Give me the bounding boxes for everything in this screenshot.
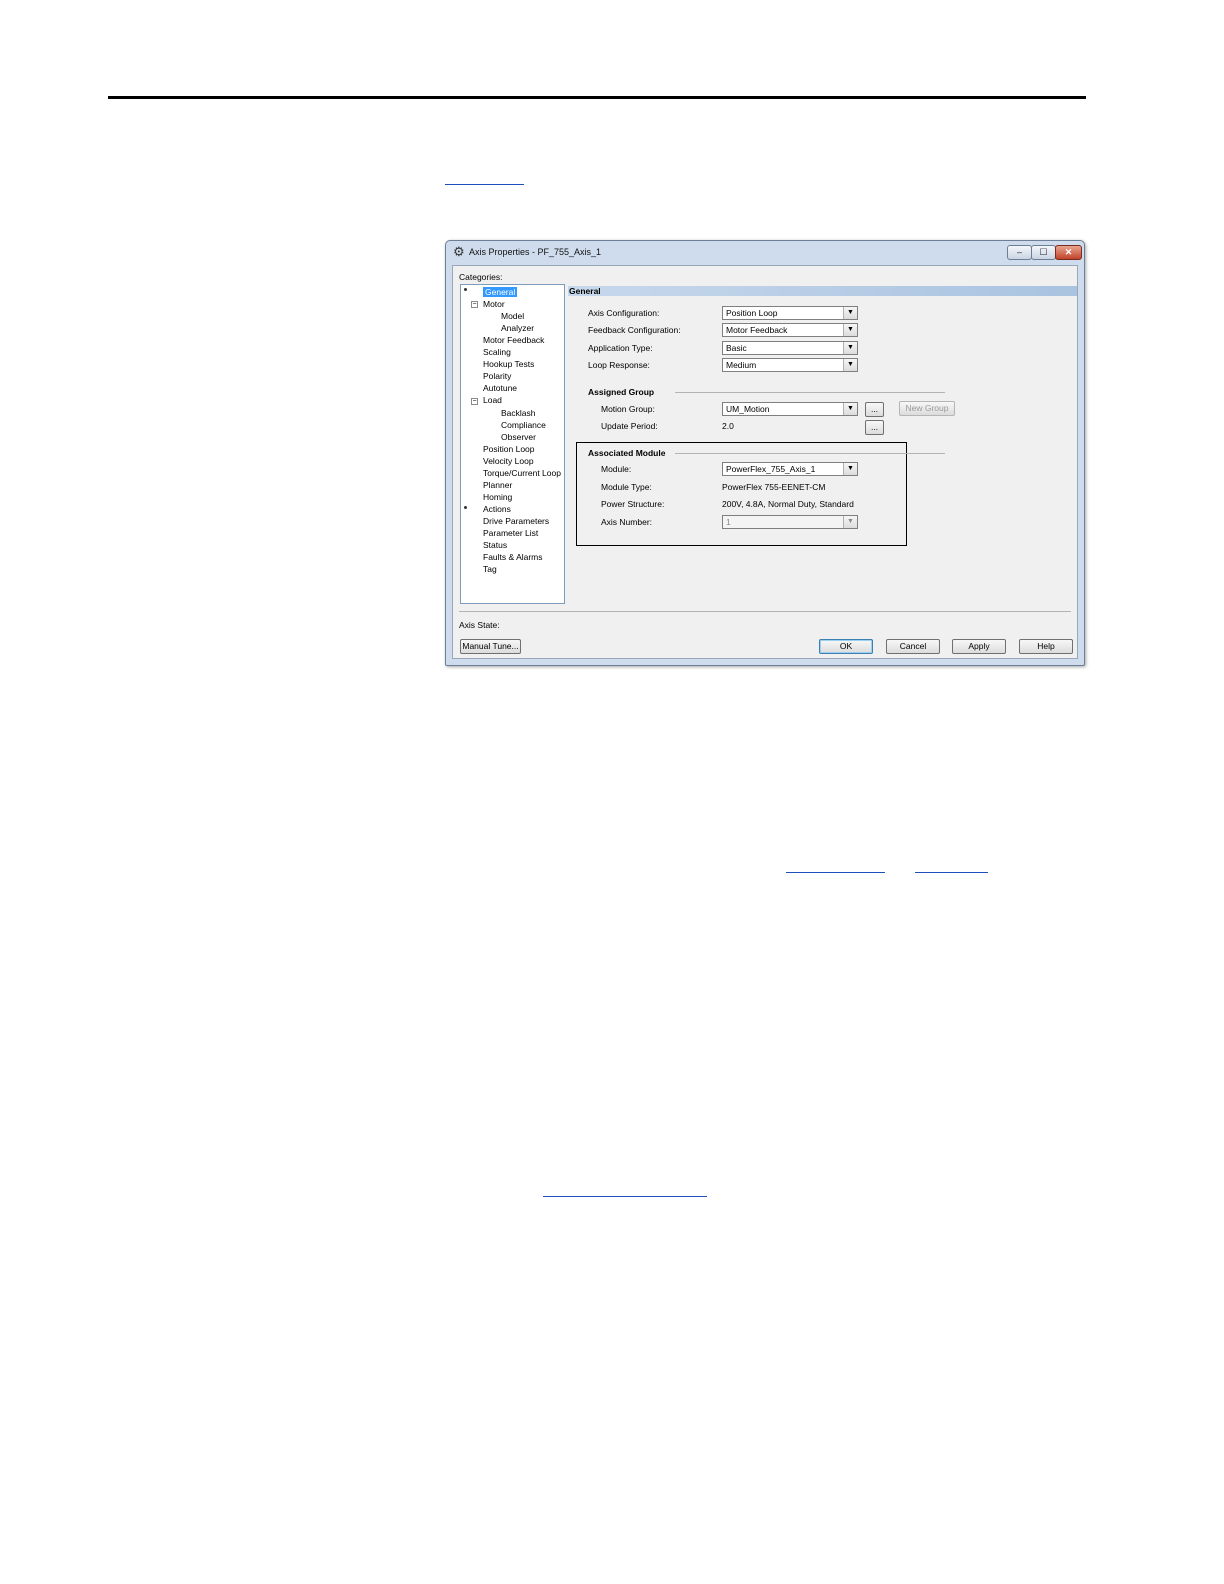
motion-group-select[interactable]: UM_Motion ▼ <box>722 402 858 416</box>
tree-item-polarity[interactable]: Polarity <box>483 371 511 381</box>
chevron-down-icon[interactable]: ▼ <box>843 463 857 475</box>
feedback-configuration-select[interactable]: Motor Feedback ▼ <box>722 323 858 337</box>
tree-item-faults-alarms[interactable]: Faults & Alarms <box>483 552 543 562</box>
collapse-motor-icon[interactable]: − <box>471 301 478 308</box>
axis-configuration-select[interactable]: Position Loop ▼ <box>722 306 858 320</box>
tree-item-observer[interactable]: Observer <box>501 432 536 442</box>
ok-button[interactable]: OK <box>819 639 873 654</box>
chevron-down-icon[interactable]: ▼ <box>843 516 857 528</box>
chevron-down-icon[interactable]: ▼ <box>843 307 857 319</box>
tree-item-general[interactable]: General <box>483 287 518 297</box>
chevron-down-icon[interactable]: ▼ <box>843 403 857 415</box>
loop-response-label: Loop Response: <box>588 360 650 370</box>
power-structure-label: Power Structure: <box>601 499 665 509</box>
doc-link-underline-a[interactable] <box>786 872 885 873</box>
tree-item-position-loop[interactable]: Position Loop <box>483 444 535 454</box>
update-period-value: 2.0 <box>722 421 734 431</box>
tree-item-load[interactable]: Load <box>483 395 502 405</box>
loop-response-select[interactable]: Medium ▼ <box>722 358 858 372</box>
assigned-group-divider <box>675 392 945 393</box>
tree-item-torque-current-loop[interactable]: Torque/Current Loop <box>483 468 561 478</box>
axis-number-select[interactable]: 1 ▼ <box>722 515 858 529</box>
motion-group-label: Motion Group: <box>601 404 655 414</box>
tree-pin-icon <box>464 288 467 291</box>
loop-response-value: Medium <box>726 360 757 370</box>
tree-item-compliance[interactable]: Compliance <box>501 420 546 430</box>
tree-pin-icon <box>464 506 467 509</box>
chevron-down-icon[interactable]: ▼ <box>843 359 857 371</box>
tree-item-backlash[interactable]: Backlash <box>501 408 536 418</box>
associated-module-divider <box>675 453 945 454</box>
tree-item-velocity-loop[interactable]: Velocity Loop <box>483 456 534 466</box>
tree-item-scaling[interactable]: Scaling <box>483 347 511 357</box>
tree-item-autotune[interactable]: Autotune <box>483 383 517 393</box>
gear-icon: ⚙ <box>453 244 465 259</box>
doc-link-underline-figure[interactable] <box>445 184 524 185</box>
maximize-button[interactable]: ☐ <box>1031 245 1056 260</box>
tree-item-drive-parameters[interactable]: Drive Parameters <box>483 516 549 526</box>
categories-label: Categories: <box>459 272 503 282</box>
module-select[interactable]: PowerFlex_755_Axis_1 ▼ <box>722 462 858 476</box>
close-button[interactable]: ✕ <box>1055 245 1082 260</box>
module-label: Module: <box>601 464 632 474</box>
axis-number-label: Axis Number: <box>601 517 653 527</box>
chevron-down-icon[interactable]: ▼ <box>843 342 857 354</box>
categories-tree[interactable]: − − General Motor Model Analyzer Motor Feedb… <box>460 284 565 604</box>
axis-state-label: Axis State: <box>459 620 500 630</box>
module-type-value: PowerFlex 755-EENET-CM <box>722 482 826 492</box>
tree-item-hookup-tests[interactable]: Hookup Tests <box>483 359 534 369</box>
axis-configuration-label: Axis Configuration: <box>588 308 660 318</box>
update-period-label: Update Period: <box>601 421 658 431</box>
tree-item-actions[interactable]: Actions <box>483 504 511 514</box>
tree-item-tag[interactable]: Tag <box>483 564 497 574</box>
collapse-load-icon[interactable]: − <box>471 398 478 405</box>
motion-group-value: UM_Motion <box>726 404 770 414</box>
help-button[interactable]: Help <box>1019 639 1073 654</box>
module-value: PowerFlex_755_Axis_1 <box>726 464 816 474</box>
minimize-button[interactable]: – <box>1007 245 1032 260</box>
chevron-down-icon[interactable]: ▼ <box>843 324 857 336</box>
tree-item-planner[interactable]: Planner <box>483 480 512 490</box>
feedback-configuration-value: Motor Feedback <box>726 325 788 335</box>
dialog-client-area: Categories: − − General Motor Model Analyze… <box>452 265 1078 659</box>
axis-properties-dialog: ⚙ Axis Properties - PF_755_Axis_1 – ☐ ✕ … <box>445 240 1085 666</box>
dialog-title: Axis Properties - PF_755_Axis_1 <box>469 247 602 257</box>
application-type-select[interactable]: Basic ▼ <box>722 341 858 355</box>
tree-item-model[interactable]: Model <box>501 311 524 321</box>
application-type-label: Application Type: <box>588 343 653 353</box>
application-type-value: Basic <box>726 343 747 353</box>
doc-link-underline-b[interactable] <box>915 872 988 873</box>
axis-number-value: 1 <box>726 517 731 527</box>
cancel-button[interactable]: Cancel <box>886 639 940 654</box>
footer-divider <box>459 611 1071 612</box>
section-title: General <box>569 286 601 296</box>
doc-link-underline-c[interactable] <box>543 1196 707 1197</box>
apply-button[interactable]: Apply <box>952 639 1006 654</box>
update-period-browse-button[interactable]: ... <box>865 420 884 435</box>
new-group-button[interactable]: New Group <box>899 401 955 416</box>
tree-item-parameter-list[interactable]: Parameter List <box>483 528 538 538</box>
page-header-rule <box>108 96 1086 99</box>
dialog-titlebar: ⚙ Axis Properties - PF_755_Axis_1 – ☐ ✕ <box>446 241 1084 265</box>
power-structure-value: 200V, 4.8A, Normal Duty, Standard <box>722 499 854 509</box>
tree-item-homing[interactable]: Homing <box>483 492 512 502</box>
motion-group-browse-button[interactable]: ... <box>865 402 884 417</box>
axis-configuration-value: Position Loop <box>726 308 778 318</box>
tree-item-analyzer[interactable]: Analyzer <box>501 323 534 333</box>
section-header-bar <box>568 286 1077 296</box>
associated-module-title: Associated Module <box>588 448 666 458</box>
module-type-label: Module Type: <box>601 482 652 492</box>
tree-item-motor[interactable]: Motor <box>483 299 505 309</box>
manual-tune-button[interactable]: Manual Tune... <box>460 639 521 654</box>
tree-item-status[interactable]: Status <box>483 540 507 550</box>
feedback-configuration-label: Feedback Configuration: <box>588 325 681 335</box>
assigned-group-title: Assigned Group <box>588 387 655 397</box>
tree-item-motor-feedback[interactable]: Motor Feedback <box>483 335 544 345</box>
